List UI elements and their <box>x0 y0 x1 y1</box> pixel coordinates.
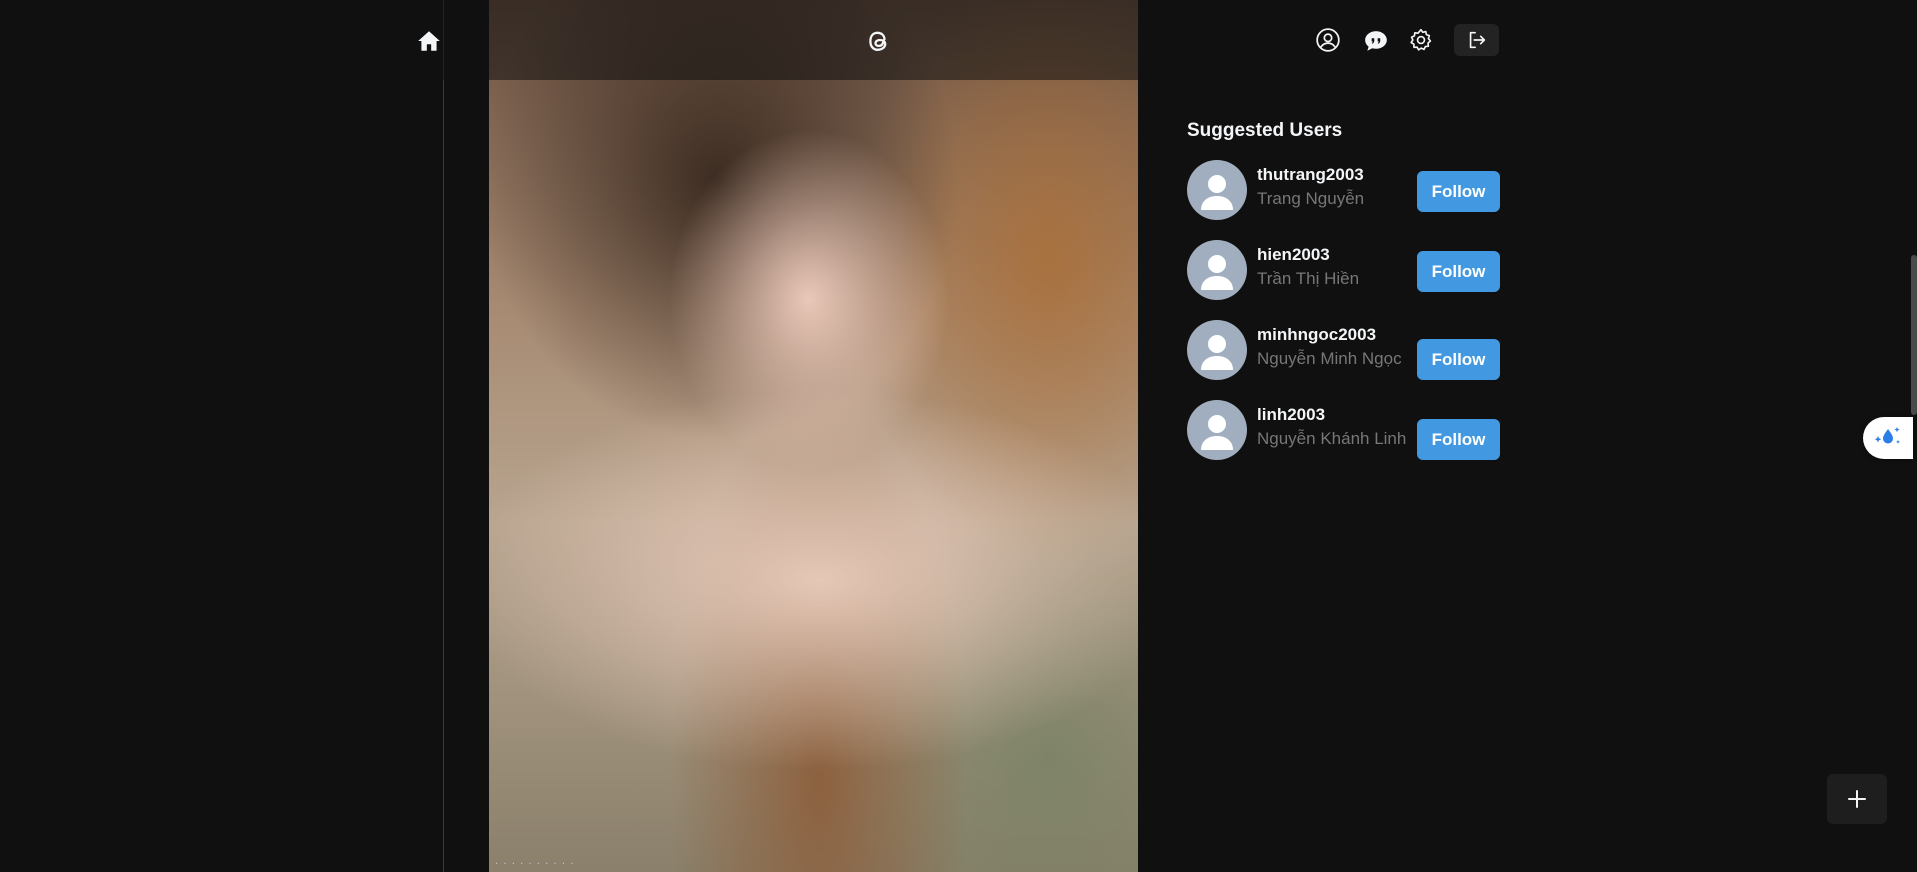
home-icon[interactable] <box>412 24 446 58</box>
gear-icon[interactable] <box>1404 23 1438 57</box>
create-post-button[interactable] <box>1827 774 1887 824</box>
full-name: Nguyễn Khánh Linh <box>1257 429 1407 448</box>
full-name: Trang Nguyễn <box>1257 189 1365 208</box>
post-image[interactable]: · · · · · · · · · · <box>489 0 1138 872</box>
suggested-user-row: thutrang2003 Trang Nguyễn Follow <box>1187 160 1500 220</box>
follow-button[interactable]: Follow <box>1417 339 1500 380</box>
full-name: Nguyễn Minh Ngọc <box>1257 349 1402 368</box>
thread-connector-line <box>443 0 444 872</box>
threads-logo-icon[interactable] <box>861 24 895 58</box>
avatar[interactable] <box>1187 240 1247 300</box>
suggested-user-row: linh2003 Nguyễn Khánh Linh Follow <box>1187 400 1500 460</box>
logout-icon <box>1469 31 1485 49</box>
username[interactable]: linh2003 <box>1257 404 1417 426</box>
full-name: Trần Thị Hiền <box>1257 269 1360 288</box>
plus-icon <box>1848 790 1866 808</box>
top-navigation <box>0 0 1917 80</box>
user-info: minhngoc2003 Nguyễn Minh Ngọc <box>1257 320 1417 372</box>
username[interactable]: thutrang2003 <box>1257 164 1417 186</box>
logout-button[interactable] <box>1454 24 1499 56</box>
avatar[interactable] <box>1187 320 1247 380</box>
photo-watermark: · · · · · · · · · · <box>495 859 575 870</box>
suggested-users-title: Suggested Users <box>1187 120 1343 141</box>
chat-bubbles-icon[interactable] <box>1359 24 1393 58</box>
username[interactable]: hien2003 <box>1257 244 1417 266</box>
scrollbar-thumb[interactable] <box>1911 255 1917 415</box>
follow-button[interactable]: Follow <box>1417 419 1500 460</box>
suggested-user-row: minhngoc2003 Nguyễn Minh Ngọc Follow <box>1187 320 1500 380</box>
threads-home-page: · · · · · · · · · · Suggested Users thut… <box>0 0 1917 872</box>
user-info: hien2003 Trần Thị Hiền <box>1257 240 1417 292</box>
username[interactable]: minhngoc2003 <box>1257 324 1417 346</box>
user-circle-icon[interactable] <box>1311 23 1345 57</box>
follow-button[interactable]: Follow <box>1417 251 1500 292</box>
user-info: linh2003 Nguyễn Khánh Linh <box>1257 400 1417 452</box>
follow-button[interactable]: Follow <box>1417 171 1500 212</box>
suggested-users-panel: Suggested Users thutrang2003 Trang Nguyễ… <box>1187 118 1500 460</box>
avatar[interactable] <box>1187 400 1247 460</box>
assistant-widget-button[interactable] <box>1863 417 1913 459</box>
sparkle-drop-icon <box>1874 427 1900 444</box>
suggested-user-row: hien2003 Trần Thị Hiền Follow <box>1187 240 1500 300</box>
user-info: thutrang2003 Trang Nguyễn <box>1257 160 1417 212</box>
avatar[interactable] <box>1187 160 1247 220</box>
